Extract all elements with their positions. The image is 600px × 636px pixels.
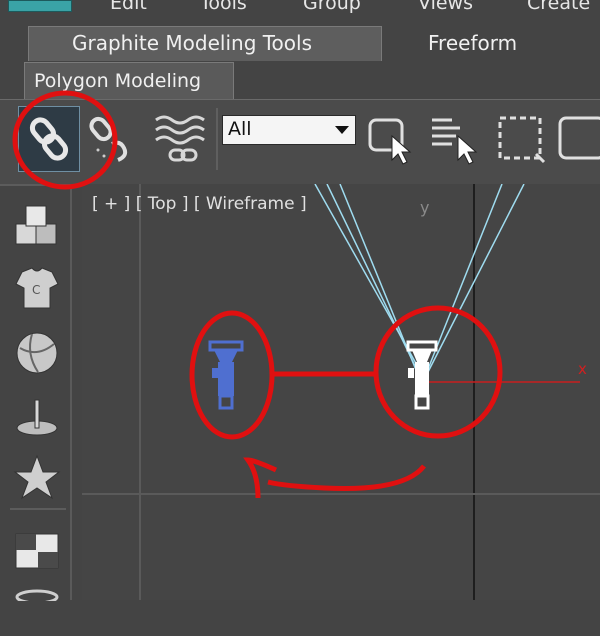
menu-create[interactable]: Create <box>527 0 590 14</box>
window-crossing-button[interactable] <box>556 106 600 172</box>
sidebar-separator <box>10 508 66 510</box>
tab-polygon-modeling-label: Polygon Modeling <box>34 70 202 92</box>
unlink-button[interactable] <box>84 106 146 172</box>
svg-text:C: C <box>32 283 40 297</box>
cloth-shirt-icon[interactable]: C <box>12 264 62 314</box>
viewport-label[interactable]: [ + ] [ Top ] [ Wireframe ] <box>92 194 307 214</box>
select-by-name-icon <box>432 118 478 165</box>
menu-bar <box>0 0 600 18</box>
select-by-name-button[interactable] <box>426 106 488 172</box>
menu-views[interactable]: Views <box>418 0 473 14</box>
link-icon <box>29 117 69 161</box>
rectangular-selection-button[interactable] <box>492 106 554 172</box>
rectangular-selection-icon <box>498 116 546 164</box>
tab-freeform[interactable]: Freeform <box>428 31 517 55</box>
sidebar-divider <box>70 184 72 600</box>
display-panel-icon[interactable] <box>12 526 62 576</box>
axis-x-label: x <box>578 360 587 378</box>
sphere-ball-icon[interactable] <box>12 328 62 378</box>
tab-graphite-label: Graphite Modeling Tools <box>72 31 313 55</box>
create-box-icon[interactable] <box>12 200 62 250</box>
bind-to-space-warp-icon <box>155 115 205 162</box>
menu-tools[interactable]: Tools <box>200 0 247 14</box>
axis-y-label: y <box>420 198 430 217</box>
selection-filter-value: All <box>228 118 252 140</box>
menu-edit[interactable]: Edit <box>110 0 147 14</box>
toolbar-separator <box>216 108 218 170</box>
unselected-object-white[interactable] <box>404 338 440 414</box>
bind-to-space-warp-button[interactable] <box>150 106 212 172</box>
app-logo-icon[interactable] <box>8 0 72 12</box>
viewport-grid <box>82 184 600 600</box>
link-button[interactable] <box>18 106 80 172</box>
select-object-icon <box>368 118 412 165</box>
sidebar-top-divider <box>0 184 70 186</box>
selected-object-blue[interactable] <box>206 338 246 414</box>
select-object-button[interactable] <box>362 106 424 172</box>
selection-filter-dropdown[interactable]: All <box>222 115 356 145</box>
utilities-icon[interactable] <box>12 586 62 636</box>
viewport-top-wireframe[interactable] <box>82 184 600 600</box>
star-shape-icon[interactable] <box>12 452 62 502</box>
unlink-icon <box>89 116 128 162</box>
menu-group[interactable]: Group <box>303 0 361 14</box>
chevron-down-icon <box>335 126 349 134</box>
window-crossing-icon <box>558 116 600 160</box>
pivot-icon[interactable] <box>12 392 62 442</box>
